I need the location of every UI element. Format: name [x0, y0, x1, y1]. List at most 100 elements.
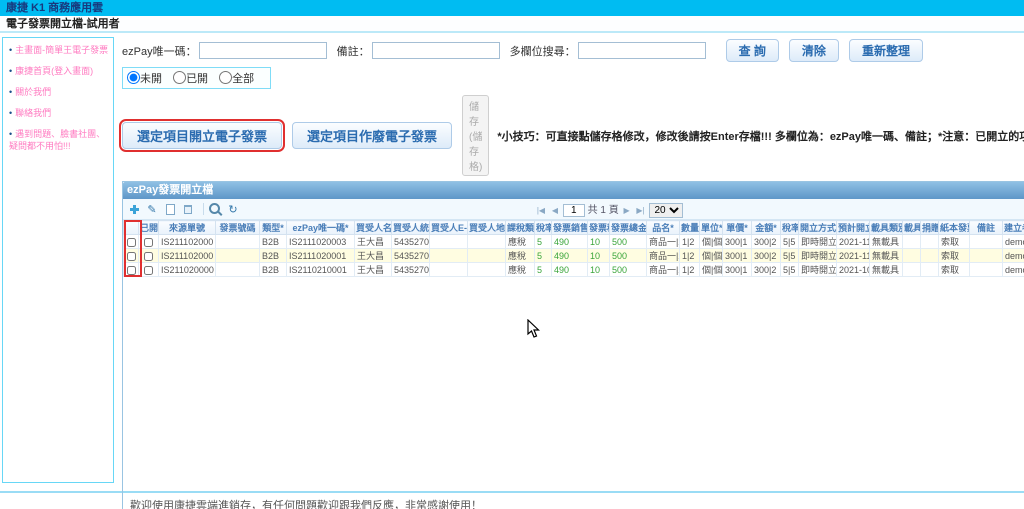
grid-cell[interactable]: 1|2: [680, 235, 700, 249]
sidebar-link-0[interactable]: 主畫面-簡單王電子發票: [15, 45, 108, 55]
column-header[interactable]: 金額*: [752, 221, 781, 235]
grid-cell[interactable]: 即時開立發: [799, 235, 837, 249]
grid-cell[interactable]: 2021-11-: [837, 249, 870, 263]
grid-cell[interactable]: IS211020000: [159, 263, 216, 277]
opened-checkbox[interactable]: [144, 252, 153, 261]
grid-cell[interactable]: 10: [588, 249, 610, 263]
clear-button[interactable]: 清除: [789, 39, 839, 62]
grid-cell[interactable]: [430, 235, 468, 249]
grid-cell[interactable]: 1|2: [680, 263, 700, 277]
sidebar-link-1[interactable]: 康捷首頁(登入畫面): [15, 66, 93, 76]
column-header[interactable]: 買受人統: [392, 221, 430, 235]
row-select-checkbox[interactable]: [127, 238, 136, 247]
radio-not-opened[interactable]: 未開: [127, 73, 162, 85]
grid-cell[interactable]: 2021-11-: [837, 235, 870, 249]
page-number-input[interactable]: [563, 204, 585, 217]
grid-cell[interactable]: 490: [552, 263, 588, 277]
grid-cell[interactable]: 索取: [939, 235, 970, 249]
grid-cell[interactable]: 個|個: [700, 249, 723, 263]
grid-cell[interactable]: 5|5: [781, 263, 799, 277]
grid-cell[interactable]: 300|2: [752, 249, 781, 263]
radio-all[interactable]: 全部: [219, 73, 254, 85]
row-select-checkbox[interactable]: [127, 266, 136, 275]
grid-cell[interactable]: 5|5: [781, 249, 799, 263]
column-header[interactable]: 買受人名: [355, 221, 392, 235]
grid-cell[interactable]: demo: [1003, 235, 1024, 249]
column-header[interactable]: 載具: [903, 221, 921, 235]
page-size-select[interactable]: 20: [649, 203, 683, 218]
grid-cell[interactable]: [216, 235, 260, 249]
column-header[interactable]: 發票總金額: [610, 221, 647, 235]
grid-cell[interactable]: IS211102000: [159, 235, 216, 249]
memo-input[interactable]: [372, 42, 500, 59]
grid-cell[interactable]: 無載具: [870, 249, 903, 263]
grid-cell[interactable]: 無載具: [870, 235, 903, 249]
column-header[interactable]: 品名*: [647, 221, 680, 235]
column-header[interactable]: 來源單號: [159, 221, 216, 235]
grid-cell[interactable]: 王大昌: [355, 249, 392, 263]
grid-cell[interactable]: [903, 235, 921, 249]
sidebar-link-4[interactable]: 遇到問題、臉書社團、疑問都不用怕!!!: [9, 129, 105, 151]
grid-cell[interactable]: IS2110210001: [287, 263, 355, 277]
multi-search-input[interactable]: [578, 42, 706, 59]
column-header[interactable]: 買受人地址: [468, 221, 506, 235]
grid-cell[interactable]: 500: [610, 249, 647, 263]
grid-cell[interactable]: 應稅: [506, 263, 535, 277]
column-header[interactable]: [124, 221, 139, 235]
void-invoice-button[interactable]: 選定項目作廢電子發票: [292, 122, 452, 149]
sidebar-link-3[interactable]: 聯絡我們: [15, 108, 51, 118]
grid-cell[interactable]: IS2111020003: [287, 235, 355, 249]
grid-cell[interactable]: 5|5: [781, 235, 799, 249]
column-header[interactable]: 開立方式: [799, 221, 837, 235]
radio-all-input[interactable]: [219, 71, 232, 84]
grid-cell[interactable]: B2B: [260, 235, 287, 249]
grid-cell[interactable]: [430, 249, 468, 263]
grid-cell[interactable]: 商品一|2: [647, 235, 680, 249]
grid-cell[interactable]: 5: [535, 249, 552, 263]
grid-cell[interactable]: 5435270: [392, 263, 430, 277]
column-header[interactable]: 捐贈: [921, 221, 939, 235]
open-invoice-button[interactable]: 選定項目開立電子發票: [122, 122, 282, 149]
grid-cell[interactable]: 10: [588, 263, 610, 277]
last-page-icon[interactable]: ▶|: [636, 206, 644, 215]
grid-cell[interactable]: 300|1: [723, 249, 752, 263]
grid-cell[interactable]: 300|1: [723, 235, 752, 249]
grid-cell[interactable]: [970, 263, 1003, 277]
column-header[interactable]: 發票號碼: [216, 221, 260, 235]
grid-cell[interactable]: [903, 249, 921, 263]
grid-cell[interactable]: [216, 249, 260, 263]
grid-cell[interactable]: demo: [1003, 249, 1024, 263]
grid-cell[interactable]: [216, 263, 260, 277]
grid-cell[interactable]: 即時開立發: [799, 249, 837, 263]
first-page-icon[interactable]: |◀: [537, 206, 545, 215]
grid-cell[interactable]: 索取: [939, 263, 970, 277]
refresh-button[interactable]: 重新整理: [849, 39, 923, 62]
grid-cell[interactable]: IS2111020001: [287, 249, 355, 263]
grid-cell[interactable]: 應稅: [506, 249, 535, 263]
grid-cell[interactable]: 王大昌: [355, 263, 392, 277]
grid-cell[interactable]: [970, 235, 1003, 249]
grid-cell[interactable]: 王大昌: [355, 235, 392, 249]
grid-cell[interactable]: 300|2: [752, 263, 781, 277]
radio-opened-input[interactable]: [173, 71, 186, 84]
grid-cell[interactable]: 500: [610, 235, 647, 249]
grid-cell[interactable]: 500: [610, 263, 647, 277]
prev-page-icon[interactable]: ◀: [552, 206, 558, 215]
grid-cell[interactable]: 個|個: [700, 235, 723, 249]
column-header[interactable]: 類型*: [260, 221, 287, 235]
grid-cell[interactable]: 300|2: [752, 235, 781, 249]
grid-cell[interactable]: 商品一|2: [647, 263, 680, 277]
radio-not-opened-input[interactable]: [127, 71, 140, 84]
grid-cell[interactable]: 個|個: [700, 263, 723, 277]
radio-opened[interactable]: 已開: [173, 73, 208, 85]
grid-cell[interactable]: [970, 249, 1003, 263]
row-select-checkbox[interactable]: [127, 252, 136, 261]
grid-cell[interactable]: IS211102000: [159, 249, 216, 263]
sidebar-link-2[interactable]: 關於我們: [15, 87, 51, 97]
query-button[interactable]: 查 詢: [726, 39, 779, 62]
grid-cell[interactable]: [468, 249, 506, 263]
column-header[interactable]: 單位*: [700, 221, 723, 235]
grid-cell[interactable]: demo: [1003, 263, 1024, 277]
opened-checkbox[interactable]: [144, 238, 153, 247]
column-header[interactable]: 載具類別: [870, 221, 903, 235]
